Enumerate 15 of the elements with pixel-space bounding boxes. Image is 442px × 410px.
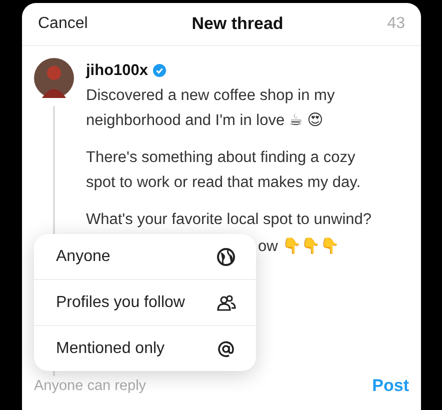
menu-item[interactable]: Anyone <box>34 234 256 280</box>
menu-item[interactable]: Profiles you follow <box>34 280 256 326</box>
post-text: What's your favorite local spot to unwind? <box>86 210 373 230</box>
cancel-button[interactable]: Cancel <box>38 15 88 33</box>
avatar <box>34 58 74 98</box>
at-sign-icon <box>216 338 236 358</box>
character-count: 43 <box>387 15 405 33</box>
username: jiho100x <box>86 61 148 81</box>
post-text: ow 👇👇👇 <box>258 236 340 257</box>
people-icon <box>216 292 236 312</box>
post-text: Discovered a new coffee shop in my neighborhood and I'm in love ☕ 😍 <box>86 86 336 131</box>
sheet-title: New thread <box>192 14 284 34</box>
menu-item[interactable]: Mentioned only <box>34 326 256 371</box>
globe-icon <box>216 246 236 266</box>
post-text: There's something about finding a cozy spot to work or read that makes my day. <box>86 148 362 193</box>
